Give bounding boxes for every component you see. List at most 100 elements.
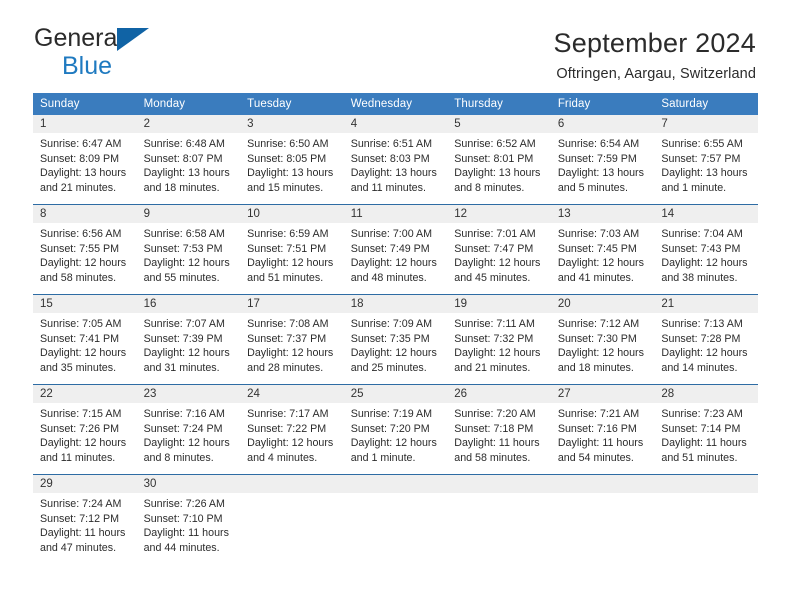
daylight-duration-line1: Daylight: 13 hours [661,167,748,180]
sunset-time: Sunset: 7:32 PM [454,332,534,345]
day-cell-content[interactable]: 7 Sunrise: 6:55 AM Sunset: 7:57 PM Daylight… [654,115,758,204]
day-cell-content[interactable]: 9 Sunrise: 6:58 AM Sunset: 7:53 PM Daylight… [136,205,241,294]
sunrise-time: Sunrise: 7:07 AM [143,318,225,331]
sunset-time: Sunset: 7:22 PM [247,422,327,435]
day-cell-content[interactable]: 16 Sunrise: 7:07 AM Sunset: 7:39 PM Dayligh… [136,295,241,384]
logo-text-blue: Blue [62,52,113,80]
sunrise-time: Sunrise: 7:20 AM [454,408,536,421]
calendar-empty-cell [550,474,655,565]
sunset-time: Sunset: 7:57 PM [661,152,741,165]
calendar-page: General Blue September 2024 Oftringen, A… [0,0,792,612]
day-cell-content[interactable]: 12 Sunrise: 7:01 AM Sunset: 7:47 PM Dayligh… [447,205,551,294]
calendar-day-cell: 21 Sunrise: 7:13 AM Sunset: 7:28 PM Dayligh… [654,294,758,385]
calendar-week-row: 8 Sunrise: 6:56 AM Sunset: 7:55 PM Daylight… [33,204,758,295]
day-cell-content[interactable]: 15 Sunrise: 7:05 AM Sunset: 7:41 PM Dayligh… [33,295,137,384]
daylight-duration-line2: and 8 minutes. [454,182,525,195]
day-cell-content[interactable]: 19 Sunrise: 7:11 AM Sunset: 7:32 PM Dayligh… [447,295,551,384]
day-cell-content[interactable]: 27 Sunrise: 7:21 AM Sunset: 7:16 PM Dayligh… [550,385,655,474]
day-cell-content[interactable]: 6 Sunrise: 6:54 AM Sunset: 7:59 PM Daylight… [550,115,655,204]
day-cell-content[interactable]: 2 Sunrise: 6:48 AM Sunset: 8:07 PM Daylight… [136,115,241,204]
day-cell-content[interactable]: 5 Sunrise: 6:52 AM Sunset: 8:01 PM Daylight… [447,115,551,204]
sunrise-time: Sunrise: 7:00 AM [350,228,433,241]
sunrise-time: Sunrise: 7:09 AM [350,318,433,331]
calendar-week-row: 1 Sunrise: 6:47 AM Sunset: 8:09 PM Daylight… [33,115,758,205]
day-cell-content[interactable]: 14 Sunrise: 7:04 AM Sunset: 7:43 PM Dayligh… [654,205,758,294]
day-number: 15 [33,295,137,314]
daylight-duration-line2: and 8 minutes. [143,452,214,465]
day-number: 1 [33,115,137,134]
day-number [240,475,344,494]
sunset-time: Sunset: 7:14 PM [661,422,741,435]
calendar-day-cell: 10 Sunrise: 6:59 AM Sunset: 7:51 PM Dayligh… [240,204,344,295]
daylight-duration-line1: Daylight: 12 hours [350,347,437,360]
day-cell-content[interactable]: 23 Sunrise: 7:16 AM Sunset: 7:24 PM Dayligh… [136,385,241,474]
day-cell-content[interactable]: 17 Sunrise: 7:08 AM Sunset: 7:37 PM Dayligh… [240,295,344,384]
daylight-duration-line2: and 5 minutes. [557,182,628,195]
daylight-duration-line1: Daylight: 12 hours [350,257,437,270]
day-sun-info: Sunrise: 6:50 AM Sunset: 8:05 PM Daylight:… [240,133,344,195]
day-sun-info: Sunrise: 7:13 AM Sunset: 7:28 PM Daylight:… [654,313,758,375]
day-number: 14 [654,205,758,224]
sunrise-time: Sunrise: 6:51 AM [350,138,433,151]
calendar-header-row: Sunday Monday Tuesday Wednesday Thursday… [33,93,758,116]
day-cell-content[interactable]: 8 Sunrise: 6:56 AM Sunset: 7:55 PM Daylight… [33,205,137,294]
sunrise-time: Sunrise: 6:55 AM [661,138,743,151]
calendar-day-cell: 23 Sunrise: 7:16 AM Sunset: 7:24 PM Dayligh… [136,384,241,475]
day-cell-content[interactable]: 18 Sunrise: 7:09 AM Sunset: 7:35 PM Dayligh… [343,295,448,384]
sunset-time: Sunset: 7:49 PM [350,242,430,255]
daylight-duration-line2: and 25 minutes. [350,362,427,375]
day-cell-content[interactable]: 30 Sunrise: 7:26 AM Sunset: 7:10 PM Dayligh… [136,475,241,564]
sunset-time: Sunset: 7:12 PM [40,512,120,525]
day-cell-content[interactable]: 29 Sunrise: 7:24 AM Sunset: 7:12 PM Dayligh… [33,475,137,564]
day-number: 5 [447,115,551,134]
daylight-duration-line2: and 18 minutes. [143,182,220,195]
sunset-time: Sunset: 8:09 PM [40,152,120,165]
day-cell-content[interactable]: 24 Sunrise: 7:17 AM Sunset: 7:22 PM Dayligh… [240,385,344,474]
daylight-duration-line1: Daylight: 11 hours [557,437,644,450]
day-cell-content[interactable]: 25 Sunrise: 7:19 AM Sunset: 7:20 PM Dayligh… [343,385,448,474]
weekday-header-saturday: Saturday [654,93,758,116]
day-cell-content[interactable]: 4 Sunrise: 6:51 AM Sunset: 8:03 PM Daylight… [343,115,448,204]
day-cell-content[interactable]: 28 Sunrise: 7:23 AM Sunset: 7:14 PM Dayligh… [654,385,758,474]
day-cell-content[interactable]: 20 Sunrise: 7:12 AM Sunset: 7:30 PM Dayligh… [550,295,655,384]
day-cell-content[interactable]: 22 Sunrise: 7:15 AM Sunset: 7:26 PM Dayligh… [33,385,137,474]
daylight-duration-line2: and 28 minutes. [247,362,324,375]
day-cell-content[interactable]: 10 Sunrise: 6:59 AM Sunset: 7:51 PM Dayligh… [240,205,344,294]
day-sun-info: Sunrise: 7:03 AM Sunset: 7:45 PM Daylight:… [551,223,655,285]
day-cell-content [343,475,448,564]
daylight-duration-line2: and 14 minutes. [661,362,738,375]
sunrise-time: Sunrise: 6:59 AM [247,228,329,241]
daylight-duration-line1: Daylight: 12 hours [143,347,230,360]
day-cell-content[interactable]: 26 Sunrise: 7:20 AM Sunset: 7:18 PM Dayligh… [447,385,551,474]
weekday-header-tuesday: Tuesday [240,93,344,116]
daylight-duration-line1: Daylight: 13 hours [247,167,334,180]
calendar-day-cell: 25 Sunrise: 7:19 AM Sunset: 7:20 PM Dayligh… [343,384,448,475]
day-number: 26 [447,385,551,404]
calendar-week-row: 29 Sunrise: 7:24 AM Sunset: 7:12 PM Dayligh… [33,474,758,565]
day-cell-content[interactable]: 3 Sunrise: 6:50 AM Sunset: 8:05 PM Daylight… [240,115,344,204]
day-cell-content[interactable]: 13 Sunrise: 7:03 AM Sunset: 7:45 PM Dayligh… [550,205,655,294]
day-number: 25 [343,385,448,404]
day-cell-content[interactable]: 21 Sunrise: 7:13 AM Sunset: 7:28 PM Dayligh… [654,295,758,384]
calendar-day-cell: 13 Sunrise: 7:03 AM Sunset: 7:45 PM Dayligh… [550,204,655,295]
day-sun-info: Sunrise: 7:16 AM Sunset: 7:24 PM Daylight:… [137,403,241,465]
daylight-duration-line1: Daylight: 12 hours [247,437,334,450]
sunrise-time: Sunrise: 6:48 AM [143,138,225,151]
day-number: 24 [240,385,344,404]
calendar-day-cell: 15 Sunrise: 7:05 AM Sunset: 7:41 PM Dayligh… [33,294,137,385]
day-number: 22 [33,385,137,404]
day-number: 21 [654,295,758,314]
day-number: 6 [550,115,655,134]
day-sun-info: Sunrise: 7:24 AM Sunset: 7:12 PM Daylight:… [33,493,137,555]
daylight-duration-line1: Daylight: 11 hours [661,437,747,450]
day-number: 2 [136,115,241,134]
calendar-day-cell: 24 Sunrise: 7:17 AM Sunset: 7:22 PM Dayligh… [240,384,344,475]
general-blue-logo[interactable]: General Blue [34,26,204,82]
day-cell-content[interactable]: 1 Sunrise: 6:47 AM Sunset: 8:09 PM Daylight… [33,115,137,204]
calendar-day-cell: 5 Sunrise: 6:52 AM Sunset: 8:01 PM Daylight… [447,115,551,205]
calendar-week-row: 15 Sunrise: 7:05 AM Sunset: 7:41 PM Dayligh… [33,294,758,385]
day-cell-content[interactable]: 11 Sunrise: 7:00 AM Sunset: 7:49 PM Dayligh… [343,205,448,294]
sunrise-time: Sunrise: 6:56 AM [40,228,122,241]
calendar-day-cell: 17 Sunrise: 7:08 AM Sunset: 7:37 PM Dayligh… [240,294,344,385]
sunrise-time: Sunrise: 6:47 AM [40,138,122,151]
